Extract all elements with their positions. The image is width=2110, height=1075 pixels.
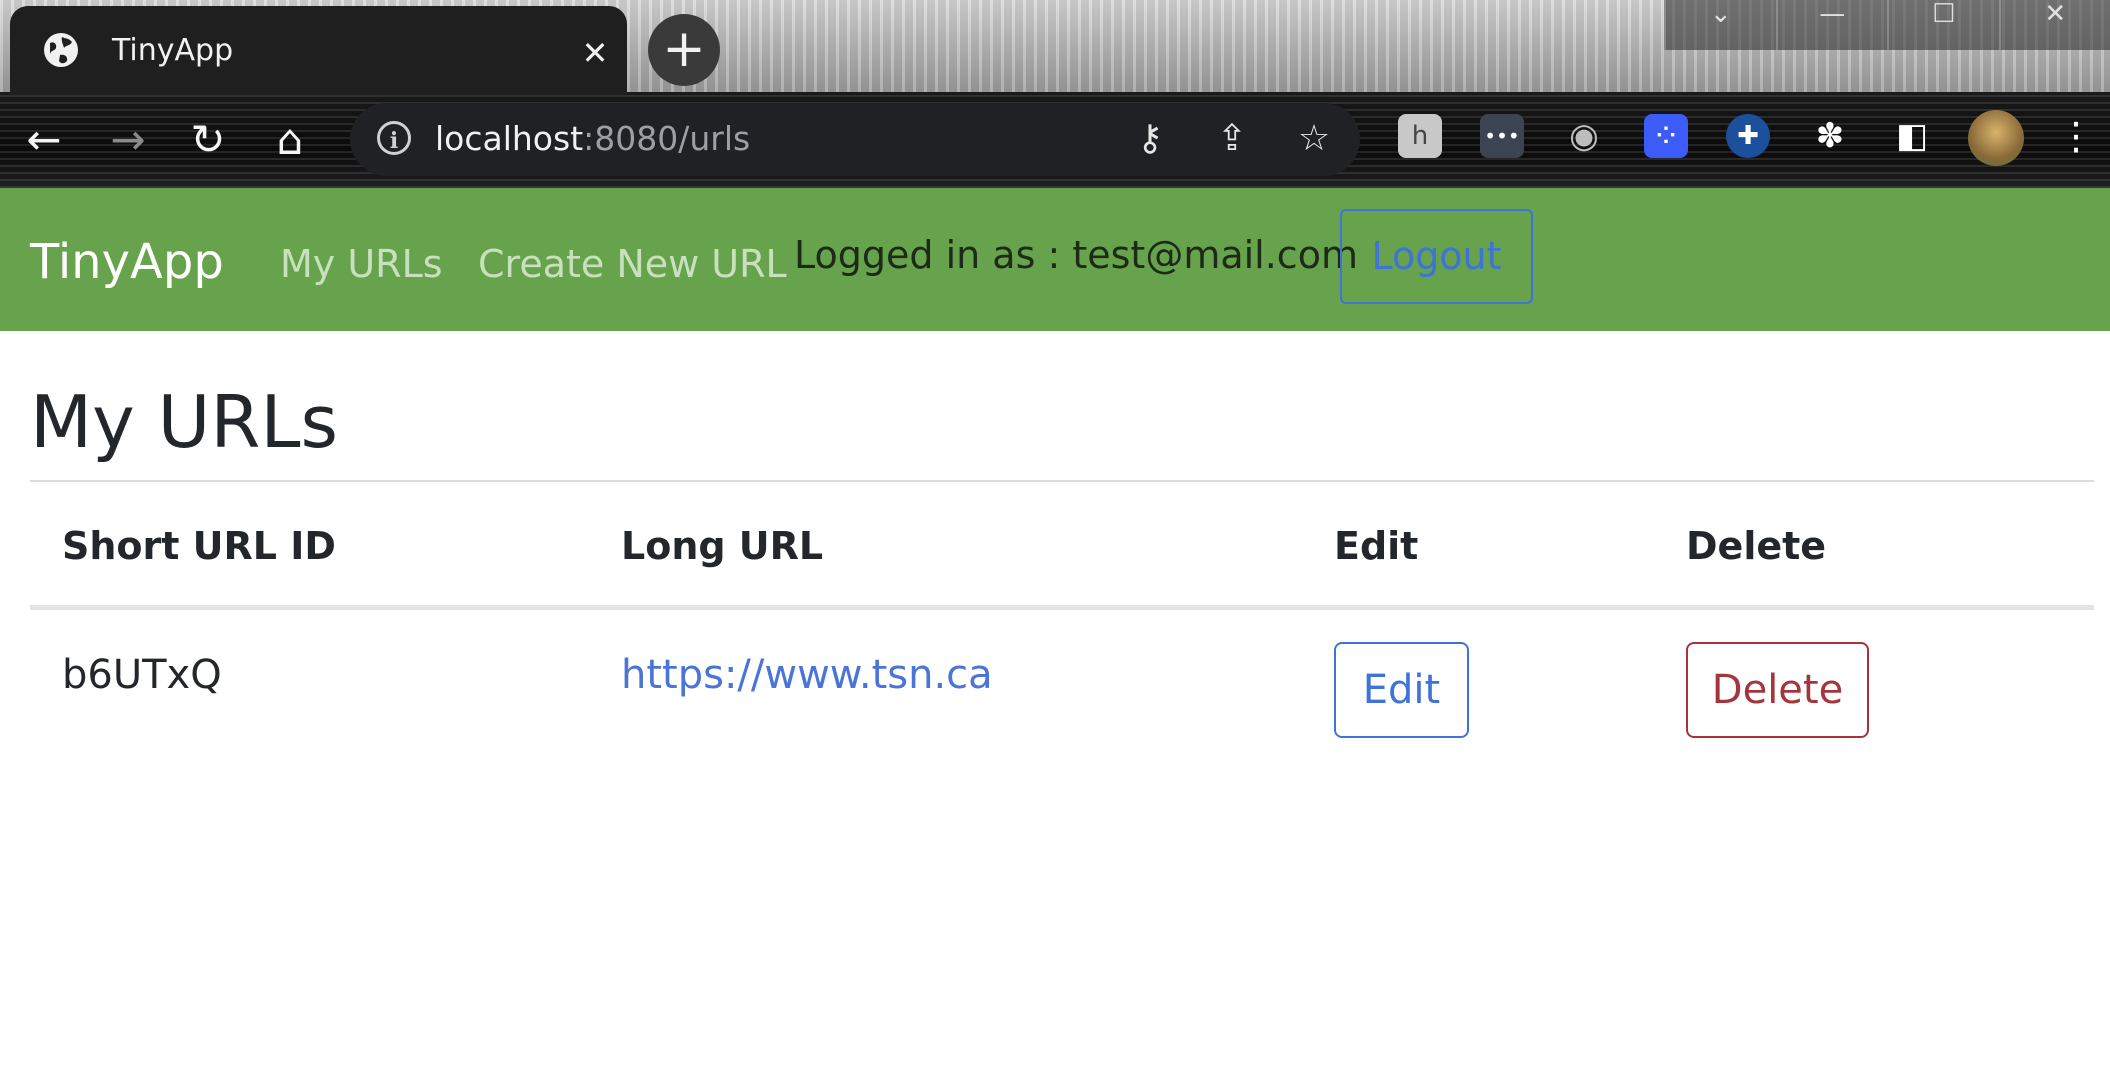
short-url-id-cell: b6UTxQ — [62, 652, 222, 698]
tab-title: TinyApp — [112, 33, 234, 68]
key-icon[interactable]: ⚷ — [1128, 117, 1172, 161]
minimize-icon[interactable]: — — [1775, 0, 1888, 50]
sidepanel-icon[interactable]: ◧ — [1890, 114, 1934, 158]
delete-button[interactable]: Delete — [1686, 642, 1869, 738]
maximize-icon[interactable]: ☐ — [1887, 0, 1999, 50]
column-header-short-url-id: Short URL ID — [62, 524, 336, 568]
url-path: :8080/urls — [583, 119, 751, 158]
url-text[interactable]: localhost:8080/urls — [435, 117, 750, 161]
reload-icon[interactable]: ↻ — [180, 112, 236, 168]
column-header-delete: Delete — [1686, 524, 1827, 568]
back-icon[interactable]: ← — [16, 112, 72, 168]
page-title: My URLs — [30, 380, 338, 464]
cross-extension-icon[interactable]: ✚ — [1726, 114, 1770, 158]
column-header-long-url: Long URL — [621, 524, 824, 568]
table-header-divider — [30, 605, 2094, 610]
browser-tab[interactable]: TinyApp ✕ — [10, 6, 627, 95]
close-window-icon[interactable]: ✕ — [1998, 0, 2110, 50]
puzzle-extension-icon[interactable]: ✽ — [1808, 114, 1852, 158]
new-tab-button[interactable]: + — [648, 14, 720, 86]
url-host: localhost — [435, 119, 584, 158]
divider — [30, 480, 2094, 482]
share-icon[interactable]: ⇪ — [1210, 117, 1254, 161]
address-bar[interactable]: i localhost:8080/urls ⚷ ⇪ ☆ — [350, 103, 1360, 176]
brand-logo[interactable]: TinyApp — [30, 232, 224, 292]
chevron-down-icon[interactable]: ⌄ — [1664, 0, 1776, 50]
info-icon[interactable]: i — [377, 121, 411, 155]
long-url-link[interactable]: https://www.tsn.ca — [621, 648, 993, 702]
grid-extension-icon[interactable]: ⁘ — [1644, 114, 1688, 158]
dots-extension-icon[interactable]: ••• — [1480, 114, 1524, 158]
close-icon[interactable]: ✕ — [578, 36, 612, 70]
star-icon[interactable]: ☆ — [1292, 117, 1336, 161]
honey-extension-icon[interactable]: h — [1398, 114, 1442, 158]
edit-button[interactable]: Edit — [1334, 642, 1469, 738]
home-icon[interactable]: ⌂ — [262, 112, 318, 168]
menu-icon[interactable]: ⋮ — [2056, 114, 2096, 158]
avatar[interactable] — [1968, 110, 2024, 166]
globe-icon — [44, 33, 78, 67]
logged-in-status: Logged in as : test@mail.com — [794, 233, 1358, 277]
column-header-edit: Edit — [1334, 524, 1419, 568]
metamask-extension-icon[interactable]: ◉ — [1562, 114, 1606, 158]
nav-link-create-new-url[interactable]: Create New URL — [478, 239, 787, 289]
logout-button[interactable]: Logout — [1340, 209, 1533, 304]
window-controls: ⌄ — ☐ ✕ — [1664, 0, 2110, 50]
nav-link-my-urls[interactable]: My URLs — [280, 239, 443, 289]
forward-icon[interactable]: → — [100, 112, 156, 168]
